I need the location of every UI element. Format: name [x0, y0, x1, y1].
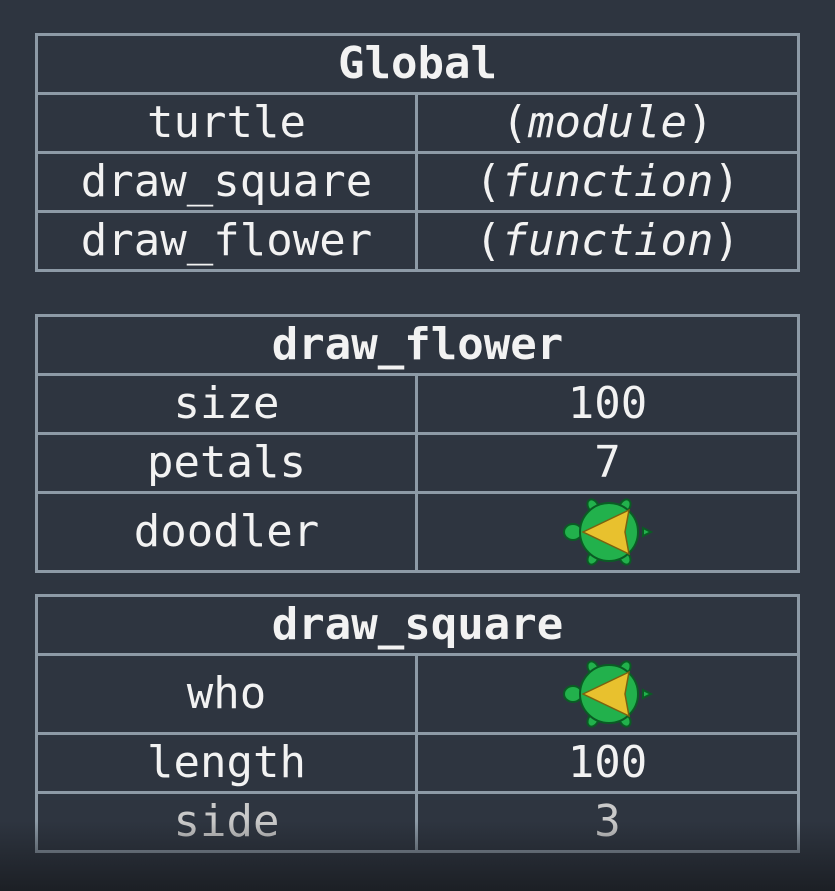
- frame-title-draw-flower: draw_flower: [35, 314, 800, 376]
- turtle-icon: [562, 498, 653, 566]
- table-row: length 100: [35, 732, 800, 794]
- variable-value: (function): [414, 210, 801, 272]
- variable-value: 100: [415, 373, 800, 435]
- variable-value: [415, 491, 800, 573]
- table-row: draw_square (function): [35, 151, 801, 213]
- bottom-shade: [0, 821, 835, 891]
- variable-value: (function): [414, 151, 801, 213]
- variable-name: who: [35, 653, 418, 735]
- draw-square-frame: draw_square who length 100 side 3: [35, 594, 800, 853]
- variable-name: size: [35, 373, 418, 435]
- table-row: draw_flower (function): [35, 210, 801, 272]
- variable-value: [415, 653, 800, 735]
- global-frame: Global turtle (module) draw_square (func…: [34, 33, 801, 272]
- table-row: doodler: [35, 491, 800, 573]
- table-row: petals 7: [35, 432, 800, 494]
- variable-value: 7: [415, 432, 800, 494]
- frame-title-global: Global: [34, 33, 801, 95]
- variable-name: petals: [35, 432, 418, 494]
- variable-name: draw_square: [35, 151, 418, 213]
- variable-value: (module): [414, 92, 801, 154]
- variable-name: turtle: [35, 92, 418, 154]
- draw-flower-frame: draw_flower size 100 petals 7 doodler: [35, 314, 800, 573]
- table-row: turtle (module): [35, 92, 801, 154]
- variable-name: length: [35, 732, 418, 794]
- variable-name: doodler: [35, 491, 418, 573]
- table-row: size 100: [35, 373, 800, 435]
- frame-title-draw-square: draw_square: [35, 594, 800, 656]
- variable-value: 100: [415, 732, 800, 794]
- table-row: who: [35, 653, 800, 735]
- turtle-icon: [562, 660, 653, 728]
- variable-name: draw_flower: [35, 210, 418, 272]
